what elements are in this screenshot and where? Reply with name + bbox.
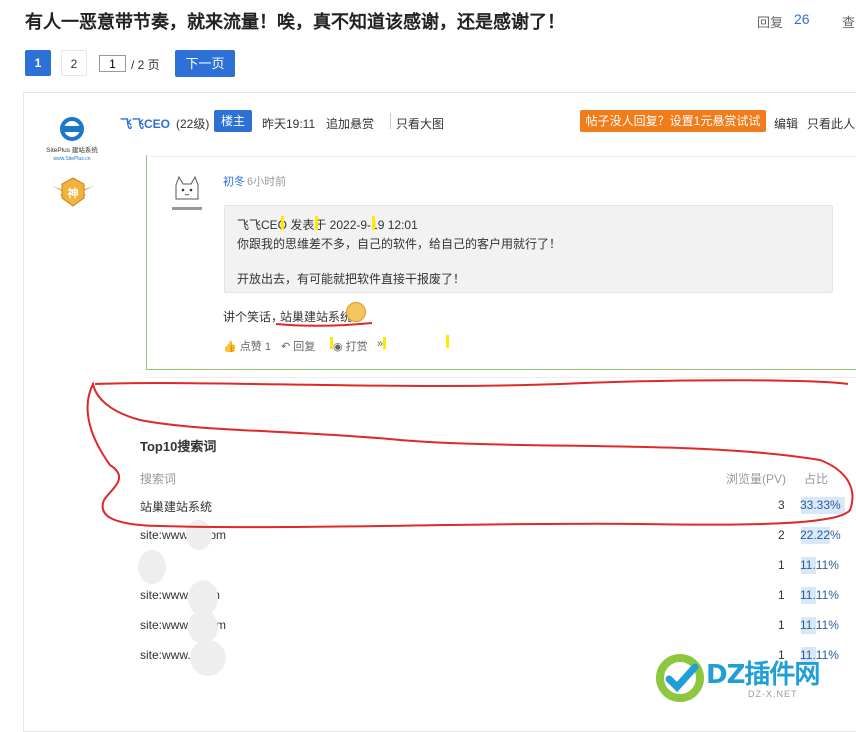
watermark-text: DZ插件网 — [706, 660, 820, 690]
watermark-subtext: DZ-X.NET — [748, 689, 798, 699]
underline-annotation — [275, 322, 373, 327]
circle-annotation — [94, 379, 849, 387]
circle-annotation — [86, 381, 854, 529]
annotation-overlay — [86, 322, 854, 529]
